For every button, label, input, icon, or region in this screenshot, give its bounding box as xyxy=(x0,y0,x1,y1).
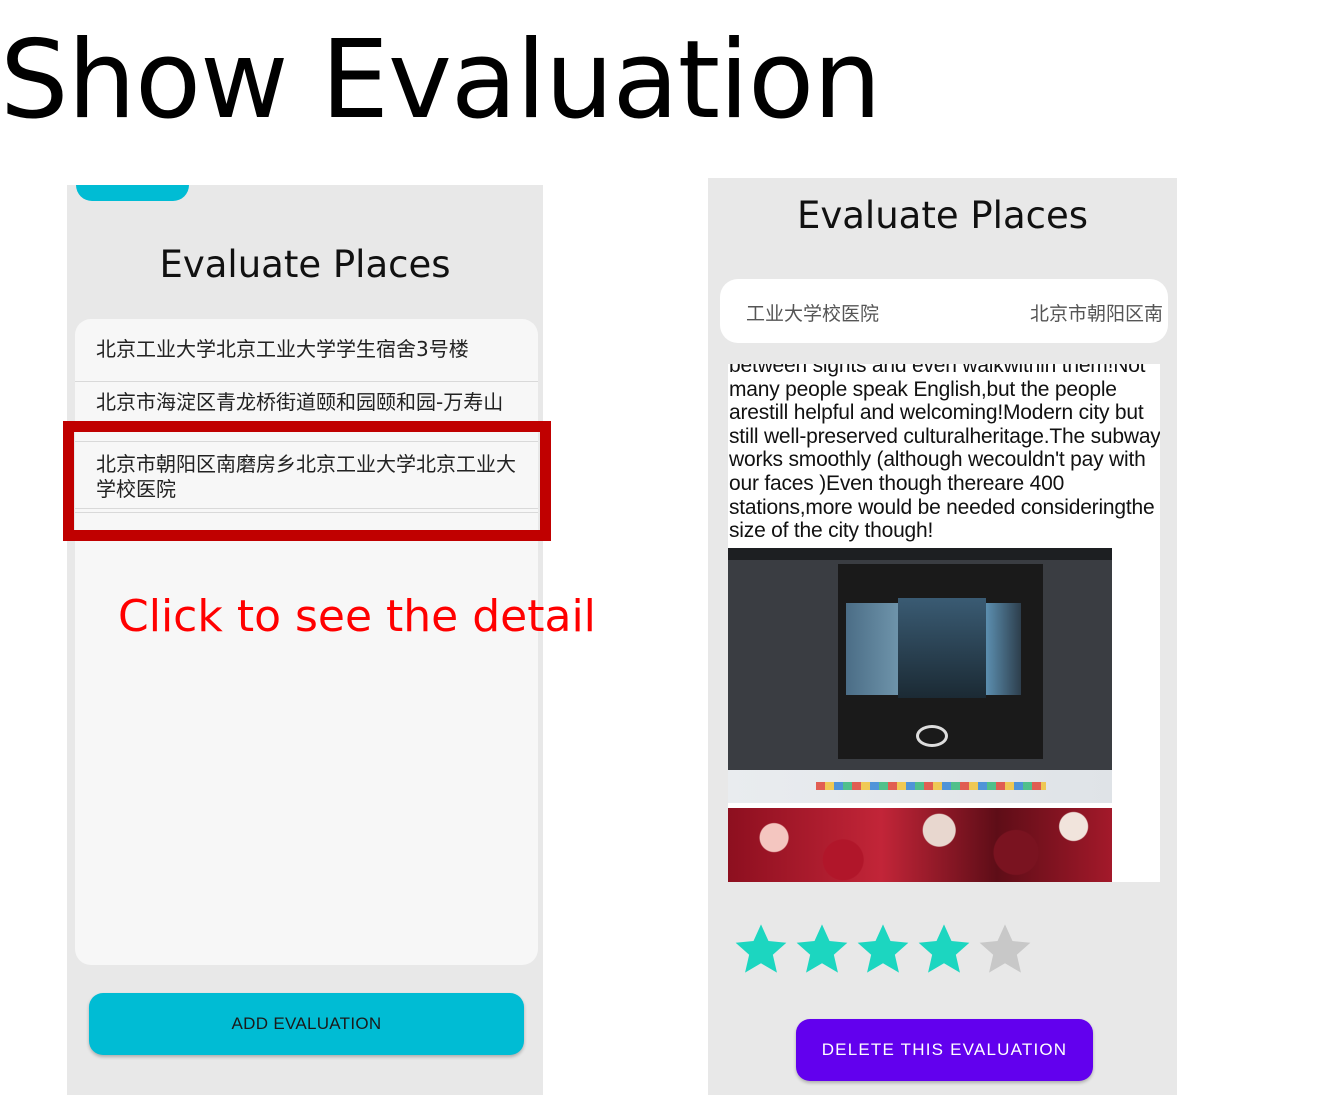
delete-evaluation-button[interactable]: DELETE THIS EVALUATION xyxy=(796,1019,1093,1081)
list-item[interactable]: 北京工业大学北京工业大学学生宿舍3号楼 xyxy=(75,319,538,382)
place-address: 北京市朝阳区南 xyxy=(1030,303,1164,325)
list-item-divider xyxy=(75,509,538,513)
review-scroll-panel[interactable]: between sights and even walkwithin them!… xyxy=(728,364,1160,882)
star-filled-icon[interactable] xyxy=(793,920,851,978)
review-photo-screen xyxy=(728,548,1112,803)
star-filled-icon[interactable] xyxy=(915,920,973,978)
screen-title: Evaluate Places xyxy=(159,243,451,286)
place-name: 工业大学校医院 xyxy=(746,303,880,325)
hint-annotation: Click to see the detail xyxy=(118,591,596,642)
add-evaluation-button[interactable]: ADD EVALUATION xyxy=(89,993,524,1055)
rating-stars[interactable] xyxy=(732,920,1034,978)
star-filled-icon[interactable] xyxy=(732,920,790,978)
place-scroll-bar[interactable]: 工业大学校医院 北京市朝阳区南 xyxy=(720,279,1168,343)
list-item[interactable]: 北京市朝阳区南磨房乡北京工业大学北京工业大学校医院 xyxy=(75,442,538,509)
slide-title: Show Evaluation xyxy=(0,18,882,143)
places-list: 北京工业大学北京工业大学学生宿舍3号楼 北京市海淀区青龙桥街道颐和园颐和园-万寿… xyxy=(75,319,538,965)
star-empty-icon[interactable] xyxy=(976,920,1034,978)
star-filled-icon[interactable] xyxy=(854,920,912,978)
evaluation-detail-screen: Evaluate Places 工业大学校医院 北京市朝阳区南 between … xyxy=(708,178,1177,1095)
screen-title: Evaluate Places xyxy=(796,194,1089,237)
review-photo-food xyxy=(728,808,1112,882)
top-pill-button[interactable] xyxy=(76,185,189,201)
list-item[interactable]: 北京市海淀区青龙桥街道颐和园颐和园-万寿山 xyxy=(75,382,538,442)
review-text: between sights and even walkwithin them!… xyxy=(729,364,1160,543)
